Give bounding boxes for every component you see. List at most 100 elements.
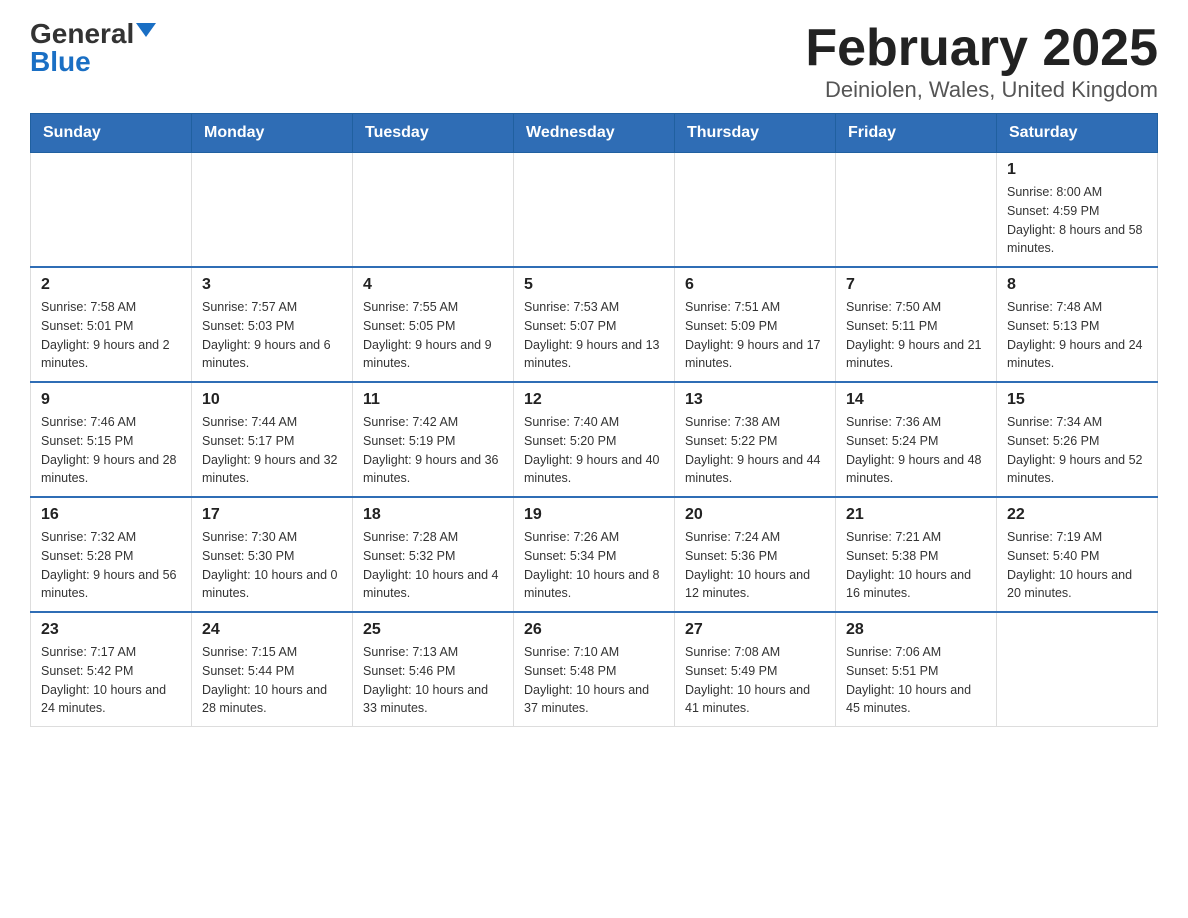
- calendar-day-cell: 3 Sunrise: 7:57 AM Sunset: 5:03 PM Daylig…: [192, 267, 353, 382]
- day-info: Sunrise: 7:08 AM Sunset: 5:49 PM Dayligh…: [685, 643, 825, 718]
- day-info: Sunrise: 7:17 AM Sunset: 5:42 PM Dayligh…: [41, 643, 181, 718]
- day-number: 15: [1007, 391, 1147, 409]
- day-info: Sunrise: 7:24 AM Sunset: 5:36 PM Dayligh…: [685, 528, 825, 603]
- day-info: Sunrise: 7:58 AM Sunset: 5:01 PM Dayligh…: [41, 298, 181, 373]
- calendar-day-cell: 24 Sunrise: 7:15 AM Sunset: 5:44 PM Dayli…: [192, 612, 353, 727]
- day-info: Sunrise: 7:48 AM Sunset: 5:13 PM Dayligh…: [1007, 298, 1147, 373]
- calendar-day-cell: 15 Sunrise: 7:34 AM Sunset: 5:26 PM Dayli…: [997, 382, 1158, 497]
- day-number: 2: [41, 276, 181, 294]
- calendar-day-cell: [192, 153, 353, 268]
- day-info: Sunrise: 7:34 AM Sunset: 5:26 PM Dayligh…: [1007, 413, 1147, 488]
- day-number: 27: [685, 621, 825, 639]
- day-number: 9: [41, 391, 181, 409]
- day-number: 23: [41, 621, 181, 639]
- day-info: Sunrise: 7:38 AM Sunset: 5:22 PM Dayligh…: [685, 413, 825, 488]
- day-info: Sunrise: 7:06 AM Sunset: 5:51 PM Dayligh…: [846, 643, 986, 718]
- day-of-week-header: Monday: [192, 114, 353, 153]
- day-info: Sunrise: 7:10 AM Sunset: 5:48 PM Dayligh…: [524, 643, 664, 718]
- calendar-day-cell: 12 Sunrise: 7:40 AM Sunset: 5:20 PM Dayli…: [514, 382, 675, 497]
- calendar-day-cell: [353, 153, 514, 268]
- calendar-day-cell: 9Sunrise: 7:46 AM Sunset: 5:15 PM Daylig…: [31, 382, 192, 497]
- calendar-day-cell: 2 Sunrise: 7:58 AM Sunset: 5:01 PM Daylig…: [31, 267, 192, 382]
- day-of-week-header: Wednesday: [514, 114, 675, 153]
- day-of-week-header: Thursday: [675, 114, 836, 153]
- page-header: General Blue February 2025 Deiniolen, Wa…: [30, 20, 1158, 103]
- day-info: Sunrise: 7:28 AM Sunset: 5:32 PM Dayligh…: [363, 528, 503, 603]
- calendar-day-cell: 26 Sunrise: 7:10 AM Sunset: 5:48 PM Dayli…: [514, 612, 675, 727]
- calendar-week-row: 23 Sunrise: 7:17 AM Sunset: 5:42 PM Dayli…: [31, 612, 1158, 727]
- day-info: Sunrise: 7:21 AM Sunset: 5:38 PM Dayligh…: [846, 528, 986, 603]
- calendar-day-cell: 4 Sunrise: 7:55 AM Sunset: 5:05 PM Daylig…: [353, 267, 514, 382]
- day-number: 6: [685, 276, 825, 294]
- calendar-day-cell: 21 Sunrise: 7:21 AM Sunset: 5:38 PM Dayli…: [836, 497, 997, 612]
- calendar-day-cell: 22 Sunrise: 7:19 AM Sunset: 5:40 PM Dayli…: [997, 497, 1158, 612]
- day-info: Sunrise: 7:50 AM Sunset: 5:11 PM Dayligh…: [846, 298, 986, 373]
- calendar-day-cell: [675, 153, 836, 268]
- day-number: 26: [524, 621, 664, 639]
- day-number: 25: [363, 621, 503, 639]
- day-info: Sunrise: 7:40 AM Sunset: 5:20 PM Dayligh…: [524, 413, 664, 488]
- calendar-day-cell: 27 Sunrise: 7:08 AM Sunset: 5:49 PM Dayli…: [675, 612, 836, 727]
- calendar-day-cell: 20Sunrise: 7:24 AM Sunset: 5:36 PM Dayli…: [675, 497, 836, 612]
- calendar-day-cell: 1 Sunrise: 8:00 AM Sunset: 4:59 PM Daylig…: [997, 153, 1158, 268]
- day-number: 13: [685, 391, 825, 409]
- calendar-subtitle: Deiniolen, Wales, United Kingdom: [805, 77, 1158, 103]
- calendar-day-cell: [836, 153, 997, 268]
- day-info: Sunrise: 7:53 AM Sunset: 5:07 PM Dayligh…: [524, 298, 664, 373]
- day-of-week-header: Saturday: [997, 114, 1158, 153]
- day-info: Sunrise: 7:42 AM Sunset: 5:19 PM Dayligh…: [363, 413, 503, 488]
- day-info: Sunrise: 7:57 AM Sunset: 5:03 PM Dayligh…: [202, 298, 342, 373]
- day-number: 21: [846, 506, 986, 524]
- calendar-day-cell: 23 Sunrise: 7:17 AM Sunset: 5:42 PM Dayli…: [31, 612, 192, 727]
- day-number: 7: [846, 276, 986, 294]
- calendar-day-cell: [997, 612, 1158, 727]
- day-info: Sunrise: 7:55 AM Sunset: 5:05 PM Dayligh…: [363, 298, 503, 373]
- logo-triangle-icon: [136, 23, 156, 37]
- title-block: February 2025 Deiniolen, Wales, United K…: [805, 20, 1158, 103]
- calendar-title: February 2025: [805, 20, 1158, 77]
- day-number: 8: [1007, 276, 1147, 294]
- day-number: 1: [1007, 161, 1147, 179]
- logo: General Blue: [30, 20, 156, 76]
- day-info: Sunrise: 8:00 AM Sunset: 4:59 PM Dayligh…: [1007, 183, 1147, 258]
- day-number: 19: [524, 506, 664, 524]
- calendar-week-row: 16Sunrise: 7:32 AM Sunset: 5:28 PM Dayli…: [31, 497, 1158, 612]
- calendar-day-cell: 17Sunrise: 7:30 AM Sunset: 5:30 PM Dayli…: [192, 497, 353, 612]
- day-info: Sunrise: 7:13 AM Sunset: 5:46 PM Dayligh…: [363, 643, 503, 718]
- day-number: 17: [202, 506, 342, 524]
- calendar-day-cell: 19 Sunrise: 7:26 AM Sunset: 5:34 PM Dayli…: [514, 497, 675, 612]
- calendar-day-cell: 7 Sunrise: 7:50 AM Sunset: 5:11 PM Daylig…: [836, 267, 997, 382]
- calendar-header: SundayMondayTuesdayWednesdayThursdayFrid…: [31, 114, 1158, 153]
- day-of-week-header: Tuesday: [353, 114, 514, 153]
- day-info: Sunrise: 7:26 AM Sunset: 5:34 PM Dayligh…: [524, 528, 664, 603]
- day-info: Sunrise: 7:15 AM Sunset: 5:44 PM Dayligh…: [202, 643, 342, 718]
- calendar-day-cell: 16Sunrise: 7:32 AM Sunset: 5:28 PM Dayli…: [31, 497, 192, 612]
- day-info: Sunrise: 7:19 AM Sunset: 5:40 PM Dayligh…: [1007, 528, 1147, 603]
- calendar-day-cell: [31, 153, 192, 268]
- calendar-day-cell: 5 Sunrise: 7:53 AM Sunset: 5:07 PM Daylig…: [514, 267, 675, 382]
- day-number: 5: [524, 276, 664, 294]
- day-number: 14: [846, 391, 986, 409]
- day-info: Sunrise: 7:51 AM Sunset: 5:09 PM Dayligh…: [685, 298, 825, 373]
- calendar-day-cell: 6 Sunrise: 7:51 AM Sunset: 5:09 PM Daylig…: [675, 267, 836, 382]
- calendar-day-cell: 28Sunrise: 7:06 AM Sunset: 5:51 PM Dayli…: [836, 612, 997, 727]
- calendar-day-cell: 13 Sunrise: 7:38 AM Sunset: 5:22 PM Dayli…: [675, 382, 836, 497]
- day-number: 24: [202, 621, 342, 639]
- day-info: Sunrise: 7:36 AM Sunset: 5:24 PM Dayligh…: [846, 413, 986, 488]
- calendar-day-cell: 25 Sunrise: 7:13 AM Sunset: 5:46 PM Dayli…: [353, 612, 514, 727]
- day-number: 4: [363, 276, 503, 294]
- day-number: 16: [41, 506, 181, 524]
- calendar-day-cell: 11Sunrise: 7:42 AM Sunset: 5:19 PM Dayli…: [353, 382, 514, 497]
- day-number: 22: [1007, 506, 1147, 524]
- calendar-week-row: 9Sunrise: 7:46 AM Sunset: 5:15 PM Daylig…: [31, 382, 1158, 497]
- day-number: 10: [202, 391, 342, 409]
- calendar-day-cell: 14 Sunrise: 7:36 AM Sunset: 5:24 PM Dayli…: [836, 382, 997, 497]
- calendar-day-cell: 8 Sunrise: 7:48 AM Sunset: 5:13 PM Daylig…: [997, 267, 1158, 382]
- calendar-table: SundayMondayTuesdayWednesdayThursdayFrid…: [30, 113, 1158, 727]
- calendar-day-cell: 18Sunrise: 7:28 AM Sunset: 5:32 PM Dayli…: [353, 497, 514, 612]
- day-number: 12: [524, 391, 664, 409]
- calendar-week-row: 1 Sunrise: 8:00 AM Sunset: 4:59 PM Daylig…: [31, 153, 1158, 268]
- day-number: 3: [202, 276, 342, 294]
- day-of-week-header: Sunday: [31, 114, 192, 153]
- calendar-day-cell: [514, 153, 675, 268]
